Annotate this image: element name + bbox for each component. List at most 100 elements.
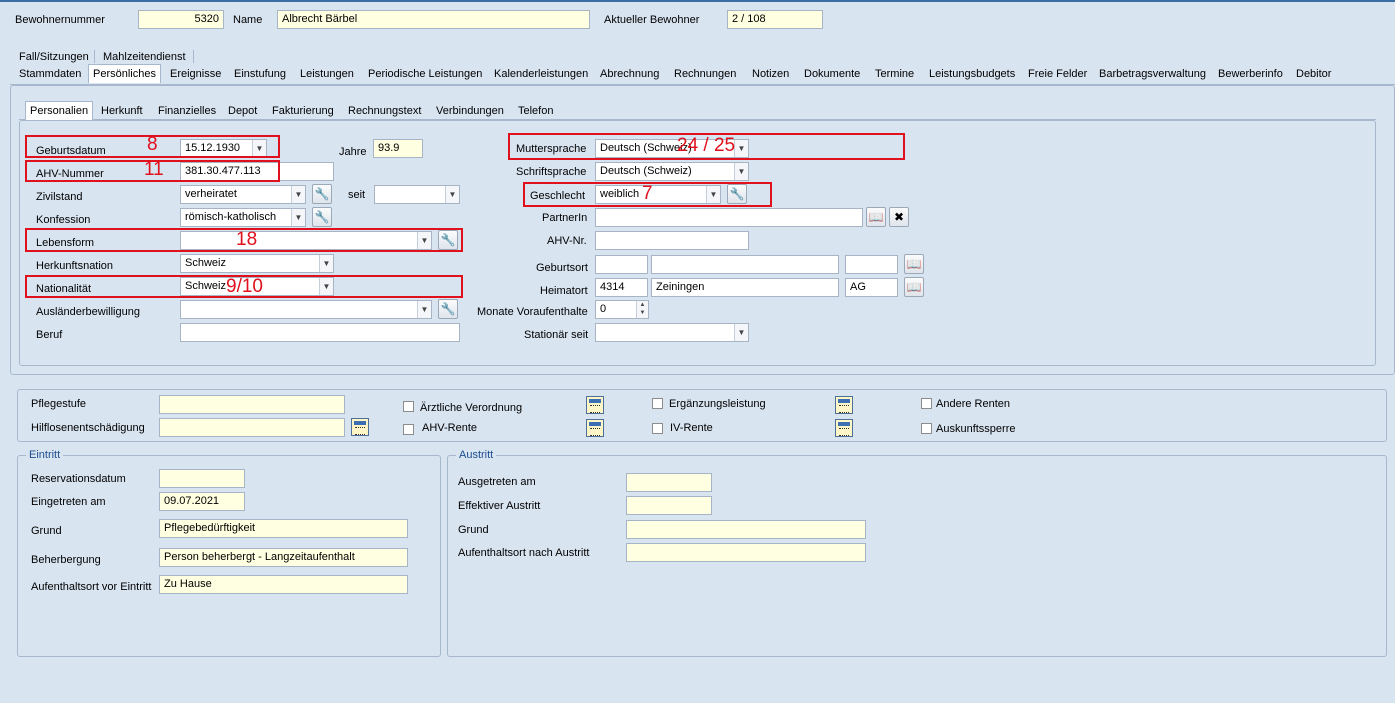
- tab-dokumente[interactable]: Dokumente: [804, 68, 860, 80]
- austritt-title: Austritt: [456, 449, 497, 461]
- auslaenderbewilligung-edit-button[interactable]: 🔧: [438, 299, 458, 319]
- subtab-verbindungen[interactable]: Verbindungen: [436, 105, 504, 117]
- heimatort-ort-field[interactable]: Zeiningen: [651, 278, 839, 297]
- andere-renten-checkbox[interactable]: [921, 398, 932, 409]
- chevron-down-icon[interactable]: ▼: [291, 209, 305, 226]
- ergaenzungsleistung-checkbox[interactable]: [652, 398, 663, 409]
- tab-leistungsbudgets[interactable]: Leistungsbudgets: [929, 68, 1015, 80]
- reservationsdatum-field[interactable]: [159, 469, 245, 488]
- tab-barbetragsverwaltung[interactable]: Barbetragsverwaltung: [1099, 68, 1206, 80]
- konfession-edit-button[interactable]: 🔧: [312, 207, 332, 227]
- tab-fall-sitzungen[interactable]: Fall/Sitzungen: [19, 51, 89, 63]
- bewohnernummer-field[interactable]: 5320: [138, 10, 224, 29]
- calendar-icon[interactable]: [835, 396, 853, 414]
- window-top-border: [0, 0, 1395, 2]
- tab-persoenliches[interactable]: Persönliches: [88, 64, 161, 83]
- aufenthaltsort-nach-austritt-field[interactable]: [626, 543, 866, 562]
- tab-rechnungen[interactable]: Rechnungen: [674, 68, 736, 80]
- heimatort-plz-field[interactable]: 4314: [595, 278, 648, 297]
- ahv-rente-checkbox[interactable]: [403, 424, 414, 435]
- aerztliche-verordnung-checkbox[interactable]: [403, 401, 414, 412]
- tab-einstufung[interactable]: Einstufung: [234, 68, 286, 80]
- name-field[interactable]: Albrecht Bärbel: [277, 10, 590, 29]
- effektiver-austritt-field[interactable]: [626, 496, 712, 515]
- partnerin-field[interactable]: [595, 208, 863, 227]
- tab-kalenderleistungen[interactable]: Kalenderleistungen: [494, 68, 588, 80]
- auskunftssperre-label: Auskunftssperre: [936, 423, 1016, 435]
- geburtsort-lookup-button[interactable]: 📖: [904, 254, 924, 274]
- ausgetreten-am-field[interactable]: [626, 473, 712, 492]
- jahre-field[interactable]: 93.9: [373, 139, 423, 158]
- tab-debitor[interactable]: Debitor: [1296, 68, 1331, 80]
- hilflosenentschaedigung-field[interactable]: [159, 418, 345, 437]
- annotation-number-lebensform: 18: [236, 229, 258, 250]
- stationaer-seit-field[interactable]: ▼: [595, 323, 749, 342]
- seit-field[interactable]: ▼: [374, 185, 460, 204]
- geburtsort-plz-field[interactable]: [595, 255, 648, 274]
- subtab-finanzielles[interactable]: Finanzielles: [158, 105, 216, 117]
- calendar-icon[interactable]: [586, 419, 604, 437]
- subtab-telefon[interactable]: Telefon: [518, 105, 553, 117]
- beherbergung-field[interactable]: Person beherbergt - Langzeitaufenthalt: [159, 548, 408, 567]
- subtab-fakturierung[interactable]: Fakturierung: [272, 105, 334, 117]
- partnerin-lookup-button[interactable]: 📖: [866, 207, 886, 227]
- seit-label: seit: [348, 189, 366, 201]
- konfession-select[interactable]: römisch-katholisch ▼: [180, 208, 306, 227]
- tab-notizen[interactable]: Notizen: [752, 68, 789, 80]
- calendar-icon[interactable]: [835, 419, 853, 437]
- chevron-down-icon[interactable]: ▼: [734, 324, 748, 341]
- spin-buttons[interactable]: ▲ ▼: [636, 301, 648, 318]
- aktueller-bewohner-label: Aktueller Bewohner: [604, 14, 700, 26]
- heimatort-label: Heimatort: [540, 285, 588, 297]
- chevron-down-icon[interactable]: ▼: [417, 301, 431, 318]
- annotation-number-nationalitaet: 9/10: [226, 276, 263, 297]
- heimatort-kanton-field[interactable]: AG: [845, 278, 898, 297]
- partnerin-clear-button[interactable]: ✖: [889, 207, 909, 227]
- ahv-nr-field[interactable]: [595, 231, 749, 250]
- grund-austritt-field[interactable]: [626, 520, 866, 539]
- herkunftsnation-select[interactable]: Schweiz ▼: [180, 254, 334, 273]
- heimatort-lookup-button[interactable]: 📖: [904, 277, 924, 297]
- subtab-personalien[interactable]: Personalien: [25, 101, 94, 120]
- zivilstand-select[interactable]: verheiratet ▼: [180, 185, 306, 204]
- effektiver-austritt-label: Effektiver Austritt: [458, 500, 541, 512]
- ahv-rente-label: AHV-Rente: [422, 422, 478, 434]
- tab-mahlzeitendienst[interactable]: Mahlzeitendienst: [103, 51, 186, 63]
- monate-voraufenthalte-label: Monate Voraufenthalte: [477, 306, 588, 318]
- tab-termine[interactable]: Termine: [875, 68, 914, 80]
- tab-ereignisse[interactable]: Ereignisse: [170, 68, 221, 80]
- subtab-depot[interactable]: Depot: [228, 105, 257, 117]
- grund-eintritt-field[interactable]: Pflegebedürftigkeit: [159, 519, 408, 538]
- aufenthaltsort-vor-eintritt-field[interactable]: Zu Hause: [159, 575, 408, 594]
- stationaer-seit-label: Stationär seit: [524, 329, 589, 341]
- subtab-herkunft[interactable]: Herkunft: [101, 105, 143, 117]
- chevron-down-icon[interactable]: ▼: [445, 186, 459, 203]
- pflegestufe-field[interactable]: [159, 395, 345, 414]
- auslaenderbewilligung-select[interactable]: ▼: [180, 300, 432, 319]
- geburtsort-ort-field[interactable]: [651, 255, 839, 274]
- tab-stammdaten[interactable]: Stammdaten: [19, 68, 81, 80]
- zivilstand-edit-button[interactable]: 🔧: [312, 184, 332, 204]
- tab-periodische-leistungen[interactable]: Periodische Leistungen: [368, 68, 482, 80]
- chevron-down-icon[interactable]: ▼: [319, 255, 333, 272]
- tab-bewerberinfo[interactable]: Bewerberinfo: [1218, 68, 1283, 80]
- auskunftssperre-checkbox[interactable]: [921, 423, 932, 434]
- eingetreten-am-field[interactable]: 09.07.2021: [159, 492, 245, 511]
- geburtsort-kanton-field[interactable]: [845, 255, 898, 274]
- beruf-field[interactable]: [180, 323, 460, 342]
- subtab-rechnungstext[interactable]: Rechnungstext: [348, 105, 421, 117]
- chevron-down-icon[interactable]: ▼: [291, 186, 305, 203]
- calendar-icon[interactable]: [586, 396, 604, 414]
- monate-voraufenthalte-field[interactable]: 0 ▲ ▼: [595, 300, 649, 319]
- tab-abrechnung[interactable]: Abrechnung: [600, 68, 659, 80]
- schriftsprache-select[interactable]: Deutsch (Schweiz) ▼: [595, 162, 749, 181]
- tab-freie-felder[interactable]: Freie Felder: [1028, 68, 1087, 80]
- tab-leistungen[interactable]: Leistungen: [300, 68, 354, 80]
- herkunftsnation-label: Herkunftsnation: [36, 260, 114, 272]
- chevron-down-icon[interactable]: ▼: [734, 163, 748, 180]
- calendar-icon[interactable]: [351, 418, 369, 436]
- iv-rente-checkbox[interactable]: [652, 423, 663, 434]
- pflegestufe-label: Pflegestufe: [31, 398, 87, 410]
- aktueller-bewohner-field[interactable]: 2 / 108: [727, 10, 823, 29]
- jahre-label: Jahre: [339, 146, 367, 158]
